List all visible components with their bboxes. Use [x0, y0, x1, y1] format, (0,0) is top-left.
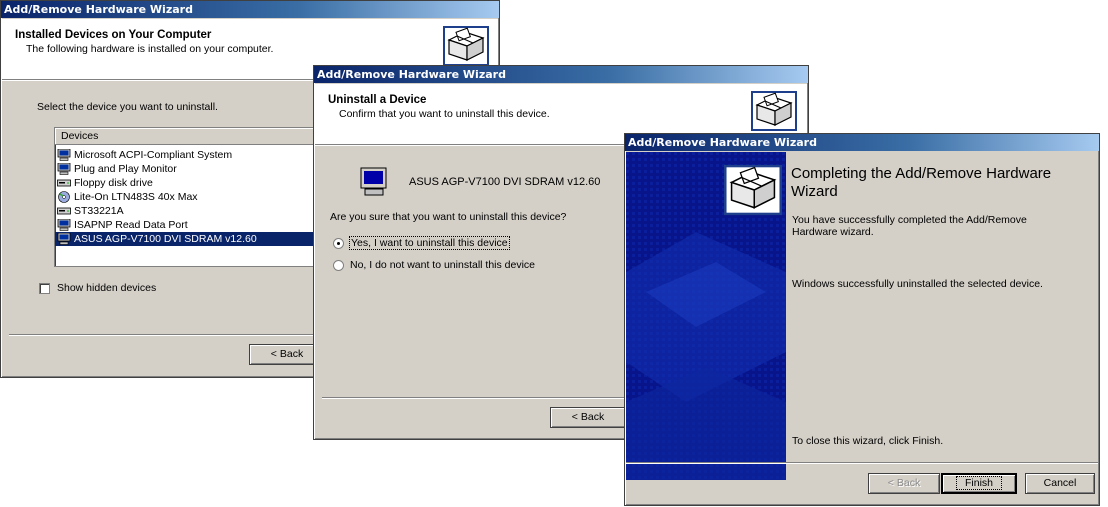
close-instruction: To close this wizard, click Finish. — [792, 435, 944, 447]
wizard-window-complete: Add/Remove Hardware Wizard Completing th… — [624, 133, 1100, 506]
yes-radio-label[interactable]: Yes, I want to uninstall this device — [349, 236, 510, 250]
list-item[interactable]: ISAPNP Read Data Port — [55, 218, 323, 232]
title-bar[interactable]: Add/Remove Hardware Wizard — [1, 1, 499, 18]
cancel-button[interactable]: Cancel — [1025, 473, 1095, 494]
list-item[interactable]: Plug and Play Monitor — [55, 162, 323, 176]
devices-list[interactable]: Devices Microsoft ACPI-Compliant System … — [54, 127, 324, 267]
device-label: ST33221A — [74, 205, 124, 217]
display-adapter-icon — [57, 233, 71, 245]
monitor-icon — [360, 167, 387, 196]
show-hidden-label[interactable]: Show hidden devices — [57, 282, 156, 294]
title-bar[interactable]: Add/Remove Hardware Wizard — [314, 66, 808, 83]
divider — [626, 462, 1098, 464]
computer-icon — [57, 219, 71, 231]
device-label: Plug and Play Monitor — [74, 163, 177, 175]
back-button[interactable]: < Back — [868, 473, 940, 494]
list-item[interactable]: Floppy disk drive — [55, 176, 323, 190]
no-radio-label[interactable]: No, I do not want to uninstall this devi… — [350, 259, 535, 271]
header-title: Installed Devices on Your Computer — [15, 29, 212, 41]
title-bar[interactable]: Add/Remove Hardware Wizard — [625, 134, 1099, 151]
completion-heading: Completing the Add/Remove Hardware Wizar… — [791, 165, 1052, 200]
header-subtitle: Confirm that you want to uninstall this … — [339, 108, 550, 120]
devices-column-header[interactable]: Devices — [55, 128, 323, 145]
finish-button[interactable]: Finish — [941, 473, 1017, 494]
uninstall-status: Windows successfully uninstalled the sel… — [792, 278, 1043, 290]
show-hidden-checkbox[interactable] — [39, 283, 50, 294]
yes-radio[interactable] — [333, 238, 344, 249]
device-label: Lite-On LTN483S 40x Max — [74, 191, 198, 203]
wizard-icon — [724, 164, 782, 216]
list-item[interactable]: Microsoft ACPI-Compliant System — [55, 148, 323, 162]
list-item[interactable]: Lite-On LTN483S 40x Max — [55, 190, 323, 204]
wizard-icon — [751, 91, 797, 131]
header-subtitle: The following hardware is installed on y… — [26, 43, 274, 55]
confirm-question: Are you sure that you want to uninstall … — [330, 211, 567, 223]
uninstall-prompt: Select the device you want to uninstall. — [37, 101, 218, 113]
cd-drive-icon — [57, 191, 71, 203]
wizard-icon — [443, 26, 489, 66]
floppy-drive-icon — [57, 177, 71, 189]
list-item-selected[interactable]: ASUS AGP-V7100 DVI SDRAM v12.60 — [55, 232, 323, 246]
device-label: ASUS AGP-V7100 DVI SDRAM v12.60 — [74, 233, 257, 245]
completion-message: You have successfully completed the Add/… — [792, 214, 1027, 238]
back-button[interactable]: < Back — [550, 407, 626, 428]
wizard-side-panel — [626, 152, 786, 480]
monitor-icon — [57, 163, 71, 175]
device-label: Microsoft ACPI-Compliant System — [74, 149, 233, 161]
device-name: ASUS AGP-V7100 DVI SDRAM v12.60 — [409, 176, 601, 188]
hard-drive-icon — [57, 205, 71, 217]
no-radio[interactable] — [333, 260, 344, 271]
device-label: ISAPNP Read Data Port — [74, 219, 188, 231]
computer-icon — [57, 149, 71, 161]
device-label: Floppy disk drive — [74, 177, 153, 189]
list-item[interactable]: ST33221A — [55, 204, 323, 218]
header-title: Uninstall a Device — [328, 94, 427, 106]
